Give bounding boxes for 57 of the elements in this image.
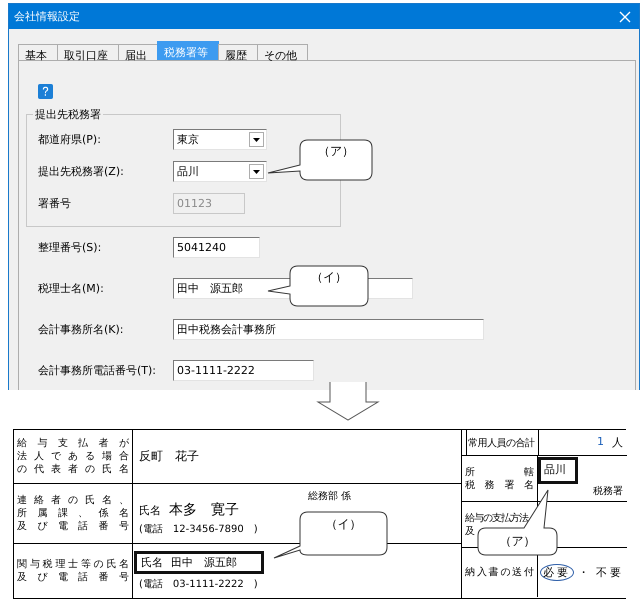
name-label: 氏名	[141, 555, 163, 570]
input-field[interactable]: 03-1111-2222	[173, 360, 314, 381]
input-field[interactable]: 田中税務会計事務所	[173, 319, 484, 340]
tax-office-name: 品川	[538, 457, 578, 484]
field-label: 整理番号(S):	[38, 240, 102, 255]
field-label: 会計事務所電話番号(T):	[38, 363, 158, 378]
option-text: 不要	[595, 565, 625, 581]
form-label: 所属課、係名	[17, 507, 129, 520]
form-label: 給与の支払方法	[465, 512, 528, 524]
form-label: 納入書の送付	[465, 566, 534, 579]
representative-name: 反町 花子	[139, 448, 200, 465]
help-icon[interactable]	[38, 84, 53, 99]
tab[interactable]: 届出	[118, 44, 158, 60]
separator-text: ・	[578, 565, 589, 580]
form-label: 所 轄	[465, 466, 534, 478]
group-title: 提出先税務署	[34, 107, 102, 122]
field-label: 都道府県(P):	[38, 132, 102, 146]
dropdown[interactable]: 品川	[173, 160, 267, 182]
department-text: 総務部 係	[308, 490, 351, 503]
unit-text: 人	[612, 435, 623, 450]
contact-name: 本多 寛子	[169, 501, 239, 519]
caret-icon	[249, 164, 264, 178]
count-value: 1	[597, 435, 604, 450]
suffix-text: 税務署	[593, 484, 623, 498]
tab[interactable]: 基本	[18, 44, 58, 60]
field-label: 税理士名(M):	[38, 281, 105, 296]
input-field[interactable]: 5041240	[173, 237, 260, 258]
form-label: 連絡者の氏名、	[17, 494, 129, 507]
form-label: 関与税理士等の氏名	[17, 558, 129, 571]
name-label: 氏名	[139, 503, 161, 518]
tab[interactable]: その他	[257, 44, 308, 60]
callout-label: （ア）	[498, 533, 536, 550]
caret-icon	[249, 132, 264, 146]
form-label: の代表者の氏名	[17, 463, 129, 476]
phone-text: (電話 03-1111-2222 )	[139, 578, 258, 591]
form-label: 給与支払者が	[17, 437, 129, 450]
form-label: 税務署名	[465, 478, 534, 492]
form-label: 法人である場合	[17, 450, 129, 463]
option-text: 必要	[540, 564, 574, 581]
form-label: 及び電話番号	[17, 571, 129, 584]
field-label: 会計事務所名(K):	[38, 322, 125, 337]
callout-label: （イ）	[310, 269, 348, 286]
dropdown[interactable]: 東京	[173, 128, 267, 150]
callout-label: （ア）	[317, 143, 355, 160]
window-title: 会社情報設定	[14, 9, 80, 24]
form-label: 及	[465, 524, 474, 538]
callout-label: （イ）	[324, 516, 362, 533]
phone-text: (電話 12-3456-7890 )	[139, 522, 258, 536]
tab[interactable]: 履歴	[218, 44, 258, 60]
down-arrow	[316, 382, 380, 422]
form-label: 常用人員の合計	[468, 436, 534, 450]
field-label: 提出先税務署(Z):	[38, 164, 125, 178]
tab[interactable]: 取引口座	[57, 44, 119, 60]
close-icon[interactable]	[619, 10, 631, 22]
field-label: 署番号	[38, 196, 72, 210]
accountant-name: 田中 源五郎	[171, 555, 237, 570]
form-label: 及び電話番号	[17, 520, 129, 533]
